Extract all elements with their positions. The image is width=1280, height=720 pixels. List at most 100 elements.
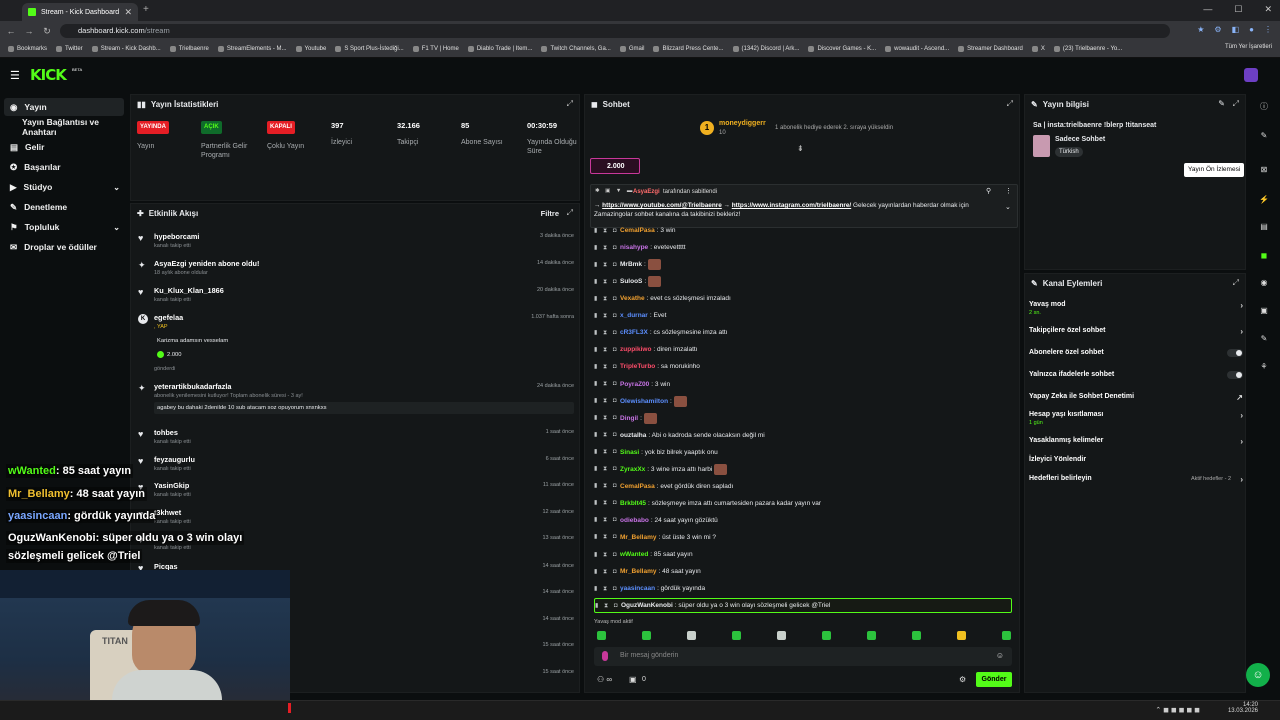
chat-input[interactable]: Bir mesaj gönderin ☺ [594,647,1012,666]
chat-username[interactable]: Dingil [620,415,638,422]
chat-username[interactable]: MrBmk [620,261,642,268]
channel-action-item[interactable]: Yalnızca ifadelerle sohbet [1029,371,1243,379]
hamburger-menu-icon[interactable]: ☰ [10,69,20,82]
mod-actions-icon[interactable]: ▮ ⧗ ◘ [594,329,620,337]
mod-actions-icon[interactable]: ▮ ⧗ ◘ [594,380,620,388]
sidebar-item[interactable]: ▤ Gelir [4,138,124,156]
mod-actions-icon[interactable]: ▮ ⧗ ◘ [594,312,620,320]
new-tab-icon[interactable]: + [143,4,149,15]
chat-username[interactable]: CemalPasa [620,227,655,234]
bookmark-item[interactable]: wowaudit - Ascend... [885,46,949,52]
mod-actions-icon[interactable]: ▮ ⧗ ◘ [594,533,620,541]
bookmark-item[interactable]: Stream - Kick Dashb... [91,46,161,52]
mod-actions-icon[interactable]: ▮ ⧗ ◘ [594,295,620,303]
mod-actions-icon[interactable]: ▮ ⧗ ◘ [594,465,620,473]
expand-icon[interactable]: ⤢ [1233,99,1239,109]
sidebar-item[interactable]: ◉ Yayın [4,98,124,116]
kicks-leaderboard[interactable]: 2.000 [590,158,640,174]
emote-icon[interactable] [597,631,606,640]
gift-user[interactable]: moneydiggerr [719,120,766,127]
emote-icon[interactable] [642,631,651,640]
bookmark-item[interactable]: Trielbaenre [169,46,209,52]
chevron-down-icon[interactable]: ⌄ [1005,203,1011,211]
chat-username[interactable]: Sinasi [620,449,639,456]
chat-username[interactable]: nisahype [620,244,648,251]
mod-actions-icon[interactable]: ▮ ⧗ ◘ [594,397,620,405]
browser-tab[interactable]: Stream - Kick Dashboard ✕ [22,3,138,21]
expand-icon[interactable]: ⤢ [567,99,573,109]
mod-actions-icon[interactable]: ▮ ⧗ ◘ [594,346,620,354]
emote-icon[interactable] [867,631,876,640]
chat-username[interactable]: Mr_Bellamy [620,568,657,575]
emote-icon[interactable] [732,631,741,640]
bookmark-item[interactable]: Blizzard Press Cente... [653,46,724,52]
chat-username[interactable]: yaasincaan [620,585,655,592]
feed-user[interactable]: AsyaEzgi yeniden abone oldu! [154,259,259,268]
menu-dots-icon[interactable]: ⋮ [1264,25,1272,34]
edit-icon[interactable]: ✎ [1218,99,1225,108]
bookmark-item[interactable]: S Sport Plus-İstediği... [335,46,404,52]
emote-icon[interactable] [822,631,831,640]
close-tab-icon[interactable]: ✕ [124,7,132,18]
chat-username[interactable]: CemalPasa [620,483,655,490]
minimize-icon[interactable]: — [1203,4,1212,15]
sidebar-item[interactable]: ⚑ Topluluk ⌄ [4,218,124,236]
emote-icon[interactable] [957,631,966,640]
chat-username[interactable]: OguzWanKenobi [621,602,673,609]
emote-icon[interactable] [1002,631,1011,640]
mod-actions-icon[interactable]: ▮ ⧗ ◘ [594,568,620,576]
chat-username[interactable]: cR3FL3X [620,329,648,336]
chat-username[interactable]: SulooS [620,278,642,285]
chevron-right-icon[interactable]: › [1240,411,1243,420]
reload-icon[interactable]: ↻ [40,26,54,37]
channel-action-item[interactable]: Yasaklanmış kelimeler › [1029,437,1243,446]
chat-username[interactable]: PoyraZ00 [620,381,649,388]
chevron-down-icon[interactable]: ⌄ [113,223,120,232]
preview-icon[interactable]: ⊠ [1255,165,1273,179]
expand-icon[interactable]: ⤢ [1233,278,1239,288]
bookmark-item[interactable]: Twitter [56,46,83,52]
mod-actions-icon[interactable]: ▮ ⧗ ◘ [594,551,620,559]
mod-actions-icon[interactable]: ▮ ⧗ ◘ [594,278,620,286]
mod-actions-icon[interactable]: ▮ ⧗ ◘ [595,602,621,610]
chat-username[interactable]: Vexathe [620,295,645,302]
feed-user[interactable]: feyzaugurlu [154,455,195,464]
feed-user[interactable]: t3khwet [154,508,181,517]
bookmark-item[interactable]: StreamElements - M... [217,46,287,52]
bookmark-item[interactable]: Streamer Dashboard [958,46,1023,52]
feed-user[interactable]: YasinGkip [154,481,189,490]
unpin-icon[interactable]: ⚲ [986,187,991,195]
mod-actions-icon[interactable]: ▮ ⧗ ◘ [594,363,620,371]
chat-settings-icon[interactable]: ⚙ [959,675,966,684]
chat-username[interactable]: Brkblt45 [620,500,646,507]
emote-icon[interactable] [687,631,696,640]
back-icon[interactable]: ← [4,26,18,36]
bookmark-item[interactable]: Diablo Trade | Item... [467,46,532,52]
sidebar-item[interactable]: Yayın Bağlantısı ve Anahtarı [4,117,124,137]
users-icon[interactable]: ⚇ ∞ [597,675,612,684]
bookmark-item[interactable]: Twitch Channels, Ga... [541,46,611,52]
mod-actions-icon[interactable]: ▮ ⧗ ◘ [594,448,620,456]
share-icon[interactable]: ⚘ [1255,362,1273,376]
chevron-right-icon[interactable]: › [1240,327,1243,336]
monitor-icon[interactable]: ▣ [1255,306,1273,320]
sidebar-item[interactable]: ✪ Başarılar [4,158,124,176]
forward-icon[interactable]: → [22,26,36,36]
document-icon[interactable]: ▤ [1255,222,1273,236]
chat-username[interactable]: wWanted [620,551,648,558]
bookmark-item[interactable]: Discover Games - K... [808,46,876,52]
mod-actions-icon[interactable]: ▮ ⧗ ◘ [594,585,620,593]
chevron-down-icon[interactable]: ⌄ [113,183,120,192]
bookmark-item[interactable]: (1342) Discord | Ark... [732,46,799,52]
mod-actions-icon[interactable]: ▮ ⧗ ◘ [594,244,620,252]
mod-actions-icon[interactable]: ▮ ⧗ ◘ [594,261,620,269]
collapse-icon[interactable]: ⇟ [797,144,804,153]
puzzle-icon[interactable]: ◧ [1232,25,1240,34]
chat-username[interactable]: x_durnar [620,312,648,319]
pinned-youtube-link[interactable]: https://www.youtube.com/@Trielbaenre [602,202,722,209]
channel-action-item[interactable]: Hesap yaşı kısıtlaması 1 gün › [1029,411,1243,426]
bookmark-item[interactable]: F1 TV | Home [412,46,459,52]
sidebar-item[interactable]: ▶ Stüdyo ⌄ [4,178,124,196]
mod-actions-icon[interactable]: ▮ ⧗ ◘ [594,431,620,439]
feed-user[interactable]: tohbes [154,428,178,437]
